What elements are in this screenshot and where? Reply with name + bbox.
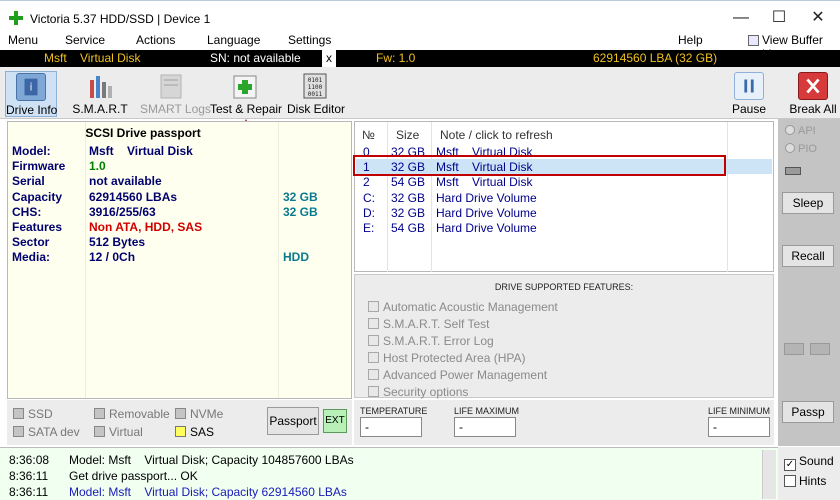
menu-settings[interactable]: Settings <box>288 33 331 47</box>
feature-aam: Automatic Acoustic Management <box>368 300 558 314</box>
drive-info-button[interactable]: i Drive Info <box>5 71 57 117</box>
sound-hints-panel: ✓ Sound Hints <box>778 447 840 500</box>
disk-editor-icon: 0101 1100 0011 <box>303 73 327 99</box>
passport-title: SCSI Drive passport <box>85 126 201 140</box>
menu-actions[interactable]: Actions <box>136 33 175 47</box>
maximize-button[interactable]: ☐ <box>769 9 789 27</box>
feature-apm: Advanced Power Management <box>368 368 547 382</box>
minimize-button[interactable]: — <box>731 9 751 27</box>
disk-row[interactable]: C: 32 GB Hard Drive Volume <box>356 190 772 205</box>
recall-button[interactable]: Recall <box>782 245 834 267</box>
legend-virtual: Virtual <box>94 425 143 439</box>
passport-row: Capacity 62914560 LBAs 32 GB <box>12 190 318 204</box>
svg-text:0011: 0011 <box>308 91 323 98</box>
hints-checkbox[interactable]: Hints <box>784 474 826 488</box>
toolbar: i Drive Info S.M.A.R.T SMART Logs Test &… <box>0 67 840 119</box>
passport-row: CHS: 3916/255/63 32 GB <box>12 205 318 219</box>
menu-menu[interactable]: Menu <box>8 33 38 47</box>
disk-list-header-note[interactable]: Note / click to refresh <box>440 128 553 142</box>
drive-info-icon: i <box>16 73 46 101</box>
temperature-value: - <box>360 417 422 437</box>
smart-button[interactable]: S.M.A.R.T <box>72 71 128 117</box>
disk-list: № Size Note / click to refresh 0 32 GB M… <box>354 121 774 272</box>
feature-smart-self-test: S.M.A.R.T. Self Test <box>368 317 489 331</box>
svg-text:i: i <box>30 83 33 94</box>
menu-service[interactable]: Service <box>65 33 105 47</box>
led-indicator <box>785 167 801 175</box>
menu-language[interactable]: Language <box>207 33 260 47</box>
smart-logs-button[interactable]: SMART Logs <box>140 71 211 117</box>
feature-hpa: Host Protected Area (HPA) <box>368 351 526 365</box>
pause-icon <box>734 72 764 100</box>
break-all-x-icon <box>798 72 828 100</box>
life-max-value: - <box>454 417 516 437</box>
mini-button[interactable] <box>784 343 804 355</box>
life-max-label: LIFE MAXIMUM <box>454 406 520 416</box>
log-entry: 8:36:11 Model: Msft Virtual Disk; Capaci… <box>9 485 347 499</box>
pause-button[interactable]: Pause <box>730 71 768 117</box>
mini-button[interactable] <box>810 343 830 355</box>
drive-passport-panel: SCSI Drive passport Model: Msft Virtual … <box>7 121 352 399</box>
feature-security: Security options <box>368 385 468 399</box>
legend-ssd: SSD <box>13 407 53 421</box>
smart-chart-icon <box>90 76 112 98</box>
status-lba: 62914560 LBA (32 GB) <box>593 51 718 65</box>
menu-help[interactable]: Help <box>678 33 703 47</box>
passport-row: Serial not available <box>12 174 162 188</box>
sleep-button[interactable]: Sleep <box>782 192 834 214</box>
log-entry: 8:36:08 Model: Msft Virtual Disk; Capaci… <box>9 453 354 467</box>
passport-row: Sector 512 Bytes <box>12 235 146 249</box>
device-status-strip: Msft Virtual Disk SN: not available x Fw… <box>0 50 840 67</box>
feature-smart-error-log: S.M.A.R.T. Error Log <box>368 334 494 348</box>
break-all-button[interactable]: Break All <box>788 71 838 117</box>
title-bar: Victoria 5.37 HDD/SSD | Device 1 — ☐ ✕ <box>0 0 840 32</box>
temperature-label: TEMPERATURE <box>360 406 428 416</box>
disk-list-header-size[interactable]: Size <box>396 128 419 142</box>
test-repair-button[interactable]: Test & Repair <box>210 71 282 117</box>
drive-features-panel: DRIVE SUPPORTED FEATURES: Automatic Acou… <box>354 274 774 399</box>
annotation-highlight-box <box>353 155 726 176</box>
victoria-app-icon <box>9 11 23 25</box>
passport-row: Features Non ATA, HDD, SAS <box>12 220 203 234</box>
disk-list-header-num[interactable]: № <box>362 128 375 142</box>
status-serial-close[interactable]: x <box>322 50 336 67</box>
sound-checkbox[interactable]: ✓ Sound <box>784 454 834 471</box>
first-aid-icon <box>233 75 257 99</box>
status-firmware: Fw: 1.0 <box>376 51 416 65</box>
legend-removable: Removable <box>94 407 170 421</box>
legend-sata-dev: SATA dev <box>13 425 80 439</box>
disk-row[interactable]: 2 54 GB Msft Virtual Disk <box>356 174 772 189</box>
passport-row: Model: Msft Virtual Disk <box>12 144 193 158</box>
passport-row: Firmware 1.0 <box>12 159 106 173</box>
passport-button[interactable]: Passport <box>267 407 319 435</box>
svg-text:0101: 0101 <box>308 77 323 84</box>
window-title: Victoria 5.37 HDD/SSD | Device 1 <box>30 12 211 26</box>
event-log: 8:36:08 Model: Msft Virtual Disk; Capaci… <box>0 447 778 500</box>
temperature-row: TEMPERATURE LIFE MAXIMUM LIFE MINIMUM - … <box>354 400 774 445</box>
ext-button[interactable]: EXT <box>323 409 347 433</box>
close-button[interactable]: ✕ <box>808 9 828 27</box>
smart-logs-icon <box>160 74 182 99</box>
status-serial: SN: not available <box>210 51 301 65</box>
pio-radio[interactable]: PIO <box>785 143 817 155</box>
view-buffer-icon[interactable] <box>748 35 759 46</box>
disk-row[interactable]: E: 54 GB Hard Drive Volume <box>356 220 772 235</box>
life-min-value: - <box>708 417 770 437</box>
disk-row[interactable]: D: 32 GB Hard Drive Volume <box>356 205 772 220</box>
legend-sas: SAS <box>175 425 214 439</box>
menu-bar: Menu Service Actions Language Settings H… <box>0 32 840 61</box>
api-radio[interactable]: API <box>785 125 816 137</box>
life-min-label: LIFE MINIMUM <box>708 406 770 416</box>
drive-type-legend: SSD Removable NVMe SATA dev Virtual SAS … <box>7 400 352 445</box>
features-title: DRIVE SUPPORTED FEATURES: <box>494 282 634 292</box>
disk-editor-button[interactable]: 0101 1100 0011 Disk Editor <box>287 71 345 117</box>
right-control-column: API PIO Sleep Recall Passp <box>778 119 840 446</box>
log-entry: 8:36:11 Get drive passport... OK <box>9 469 198 483</box>
log-scrollbar[interactable] <box>762 450 776 499</box>
passp-button[interactable]: Passp <box>782 401 834 423</box>
passport-row: Media: 12 / 0Ch HDD <box>12 250 309 264</box>
legend-nvme: NVMe <box>175 407 223 421</box>
svg-text:1100: 1100 <box>308 84 323 91</box>
status-model: Msft Virtual Disk <box>44 51 141 65</box>
